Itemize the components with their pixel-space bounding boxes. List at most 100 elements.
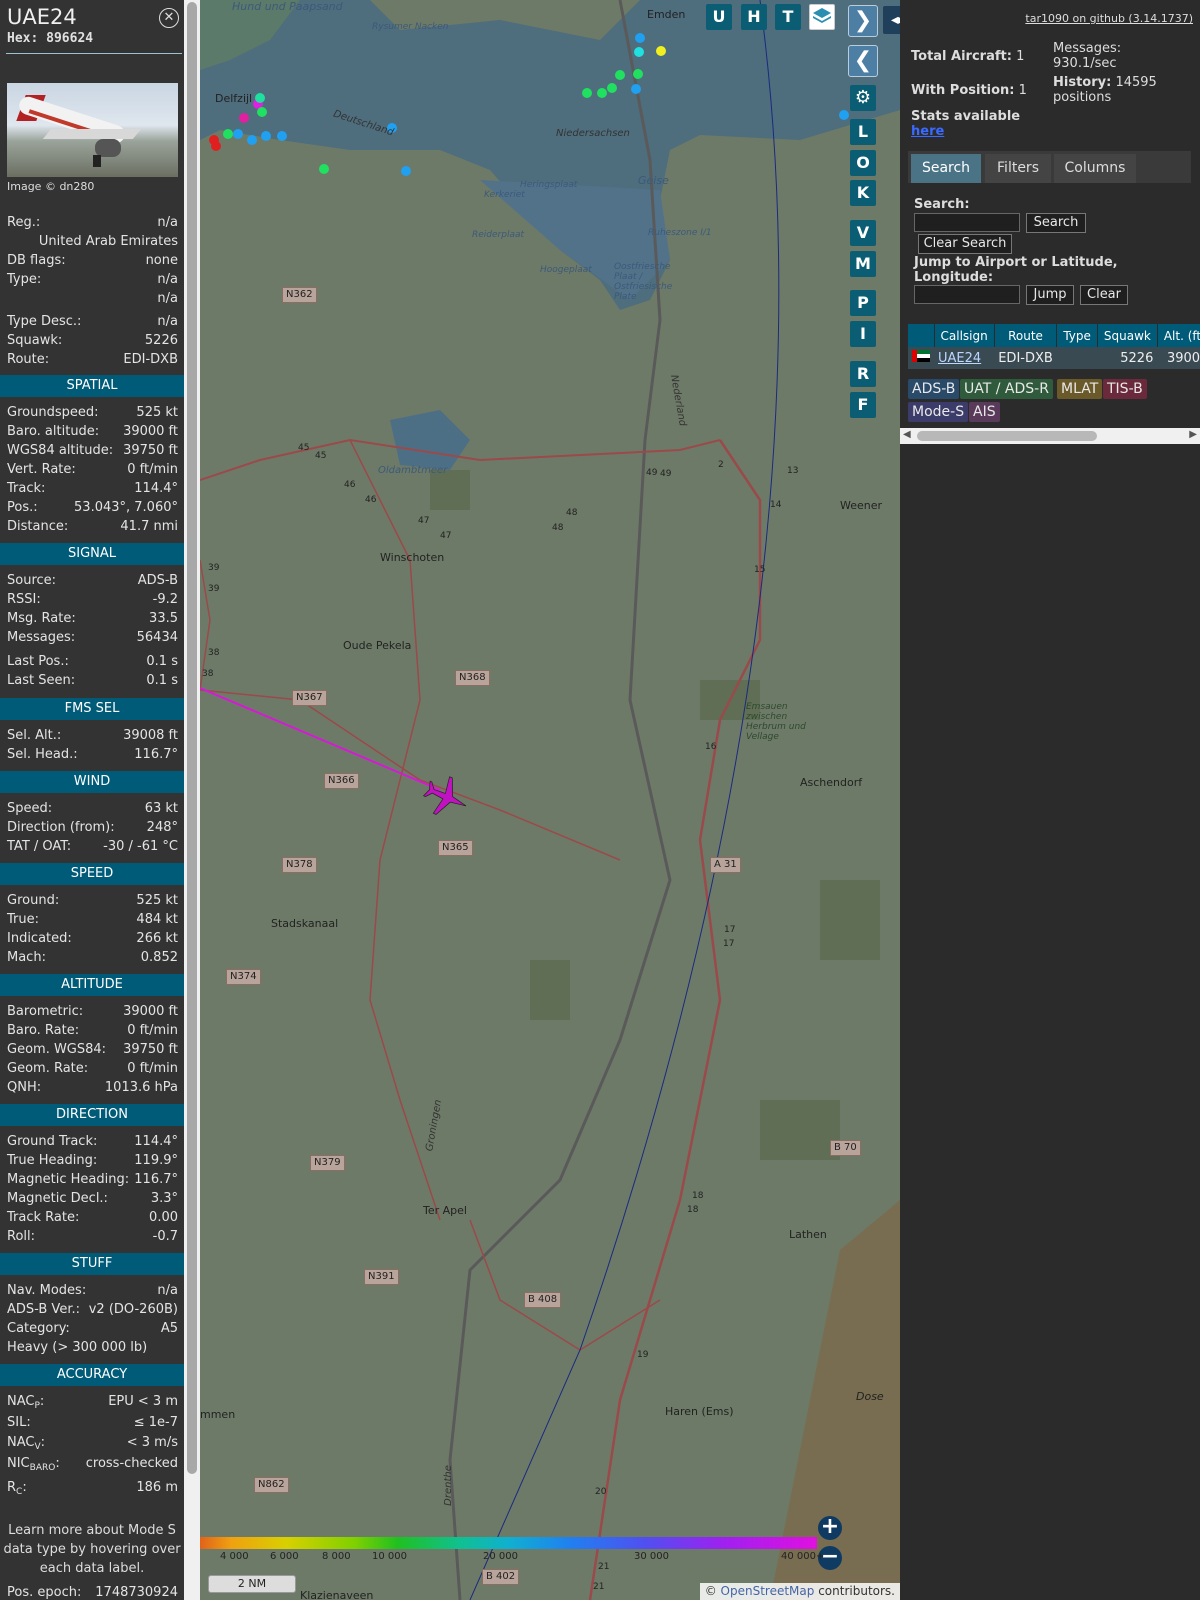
toggle-t-button[interactable]: T [775, 4, 801, 30]
field-type: Type: n/a [7, 272, 178, 287]
field-wind-direction: Direction (from): 248° [7, 820, 178, 835]
field-ground-speed: Ground: 525 kt [7, 893, 178, 908]
close-icon[interactable]: ✕ [159, 8, 179, 28]
toggle-v-button[interactable]: V [850, 220, 876, 246]
water-label: Hund und Paapsand [232, 0, 343, 13]
history: History: 14595 [1053, 75, 1157, 90]
aircraft-hex: Hex: 896624 [7, 31, 94, 46]
clear-search-button[interactable]: Clear Search [918, 234, 1012, 254]
toggle-h-button[interactable]: H [741, 4, 767, 30]
field-mach: Mach: 0.852 [7, 950, 178, 965]
field-registration: Reg.: n/a [7, 215, 178, 230]
field-geom-rate: Geom. Rate: 0 ft/min [7, 1061, 178, 1076]
table-row[interactable]: UAE24 EDI-DXB 5226 39000 [908, 347, 1200, 369]
column-header[interactable]: Alt. (ft) [1157, 324, 1200, 347]
column-header[interactable]: Callsign [934, 324, 995, 347]
toggle-p-button[interactable]: P [850, 290, 876, 316]
chevron-left-icon[interactable]: ❮ [848, 45, 878, 77]
km-marker: 2 [718, 460, 724, 470]
road-label: B 402 [482, 1569, 520, 1585]
field-tat-oat: TAT / OAT: -30 / -61 °C [7, 839, 178, 854]
clear-button[interactable]: Clear [1080, 285, 1128, 305]
search-button[interactable]: Search [1026, 213, 1086, 233]
toggle-l-button[interactable]: L [850, 119, 876, 145]
km-marker: 13 [787, 466, 799, 476]
toggle-r-button[interactable]: R [850, 361, 876, 387]
section-speed: SPEED [0, 863, 184, 885]
table-cell [1056, 347, 1098, 369]
section-wind: WIND [0, 771, 184, 793]
aircraft-photo[interactable] [7, 83, 178, 177]
field-country: United Arab Emirates [38, 234, 178, 249]
aircraft-callsign: UAE24 [7, 5, 77, 29]
source-filter-modes[interactable]: Mode-S [908, 402, 969, 422]
jump-button[interactable]: Jump [1026, 285, 1074, 305]
map-view[interactable]: Emden Delfzijl Winschoten Oude Pekela St… [200, 0, 900, 1600]
town-label: Ter Apel [423, 1204, 467, 1217]
km-marker: 38 [208, 648, 220, 658]
water-label: Reiderplaat [472, 230, 525, 240]
zoom-in-icon[interactable]: + [818, 1516, 842, 1540]
source-filter-tisb[interactable]: TIS-B [1103, 379, 1147, 399]
field-squawk: Squawk: 5226 [7, 333, 178, 348]
source-filter-mlat[interactable]: MLAT [1057, 379, 1103, 399]
water-label: Oldambtmeer [378, 465, 448, 476]
column-header[interactable]: Squawk [1097, 324, 1158, 347]
column-header[interactable]: Type [1056, 324, 1098, 347]
km-marker: 39 [208, 584, 220, 594]
field-msg-rate: Msg. Rate: 33.5 [7, 611, 178, 626]
source-filter-ais[interactable]: AIS [969, 402, 1000, 422]
table-horizontal-scrollbar[interactable]: ◀ ▶ [900, 428, 1200, 444]
scroll-right-icon[interactable]: ▶ [1189, 429, 1197, 440]
water-label: Heringsplaat [520, 180, 578, 190]
town-label: Emden [647, 8, 686, 21]
road-label: B 70 [830, 1140, 861, 1156]
field-sel-alt: Sel. Alt.: 39008 ft [7, 728, 178, 743]
border-label: Drenthe [442, 1465, 454, 1506]
osm-link[interactable]: OpenStreetMap [721, 1584, 815, 1598]
field-nav-modes: Nav. Modes: n/a [7, 1283, 178, 1298]
town-label: Aschendorf [800, 776, 863, 789]
layers-icon[interactable] [809, 4, 835, 30]
search-input[interactable] [914, 213, 1020, 232]
jump-input[interactable] [914, 285, 1020, 304]
toggle-o-button[interactable]: O [850, 150, 876, 176]
toggle-u-button[interactable]: U [706, 4, 732, 30]
field-distance: Distance: 41.7 nmi [7, 519, 178, 534]
toggle-m-button[interactable]: M [850, 251, 876, 277]
column-header[interactable]: Route [994, 324, 1058, 347]
field-type-desc: Type Desc.: n/a [7, 314, 178, 329]
town-label: Winschoten [380, 551, 445, 564]
column-header[interactable] [908, 324, 935, 347]
aircraft-info-panel: UAE24 Hex: 896624 ✕ Image © dn280 Reg.: n… [0, 0, 184, 1600]
tab-search[interactable]: Search [911, 154, 981, 183]
toggle-i-button[interactable]: I [850, 321, 876, 347]
field-nacv: NACV: < 3 m/s [7, 1435, 178, 1452]
expand-panel-icon[interactable]: ◂▸ [883, 6, 900, 34]
info-scrollbar[interactable] [184, 0, 200, 1600]
callsign-link[interactable]: UAE24 [938, 351, 981, 366]
source-filter-uat[interactable]: UAT / ADS-R [960, 379, 1053, 399]
scroll-left-icon[interactable]: ◀ [903, 429, 911, 440]
toggle-f-button[interactable]: F [850, 392, 876, 418]
scrollbar-thumb[interactable] [187, 2, 197, 1474]
km-marker: 45 [315, 451, 327, 461]
scrollbar-thumb[interactable] [917, 431, 1097, 441]
tab-columns[interactable]: Columns [1054, 154, 1136, 183]
jump-label: Jump to Airport or Latitude, Longitude: [914, 255, 1118, 285]
km-marker: 17 [723, 939, 735, 949]
road-label: N374 [226, 969, 261, 985]
chevron-right-icon[interactable]: ❯ [848, 5, 878, 37]
source-filter-adsb[interactable]: ADS-B [908, 379, 960, 399]
github-link[interactable]: tar1090 on github (3.14.1737) [1025, 12, 1193, 25]
tab-filters[interactable]: Filters [985, 154, 1051, 183]
field-last-pos: Last Pos.: 0.1 s [7, 654, 178, 669]
field-nic-baro: NICBARO: cross-checked [7, 1456, 178, 1473]
scale-bar: 2 NM [208, 1575, 296, 1593]
toggle-k-button[interactable]: K [850, 180, 876, 206]
section-direction: DIRECTION [0, 1104, 184, 1126]
gear-icon[interactable]: ⚙ [850, 85, 876, 111]
field-groundspeed: Groundspeed: 525 kt [7, 405, 178, 420]
town-label: Klazienaveen [300, 1589, 374, 1600]
stats-link[interactable]: here [911, 124, 944, 139]
